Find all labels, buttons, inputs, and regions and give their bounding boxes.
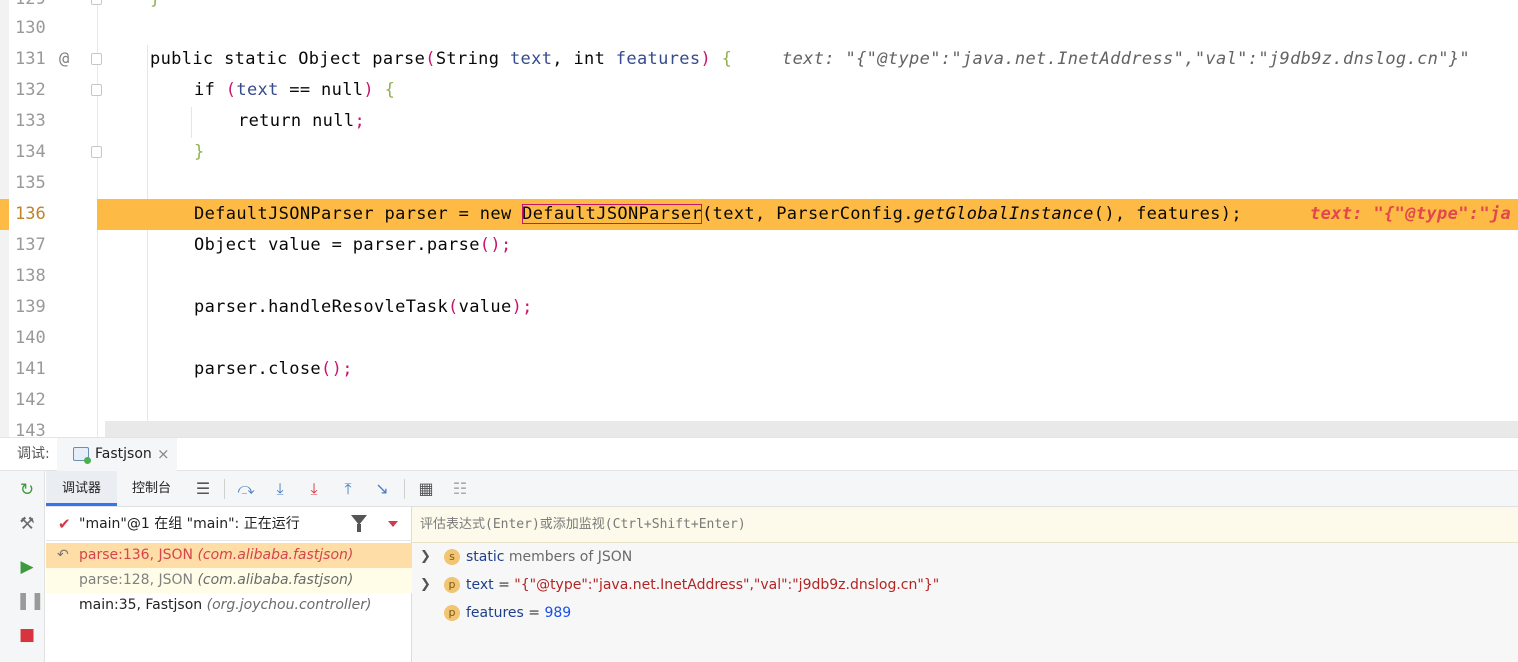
step-over-icon[interactable]: ⤼ — [234, 477, 258, 501]
run-config-icon — [73, 447, 91, 464]
resume-icon[interactable]: ▶ — [16, 556, 38, 578]
line-number: 142 — [15, 390, 46, 410]
run-to-cursor-icon[interactable]: ↘ — [370, 477, 394, 501]
wrench-icon[interactable]: ⚒ — [16, 513, 38, 535]
code-text: DefaultJSONParser parser = new DefaultJS… — [194, 204, 1242, 224]
static-badge-icon: s — [444, 549, 460, 565]
code-text: parser.handleResovleTask(value); — [194, 297, 533, 317]
line-number: 132 — [15, 80, 46, 100]
frame-row[interactable]: ↶ parse:136, JSON (com.alibaba.fastjson) — [46, 543, 412, 568]
code-text: return null; — [238, 111, 366, 131]
line-number: 137 — [15, 235, 46, 255]
code-line[interactable]: 141 parser.close(); — [0, 354, 1518, 385]
horizontal-scrollbar[interactable] — [105, 421, 1518, 437]
code-line[interactable]: 139 parser.handleResovleTask(value); — [0, 292, 1518, 323]
code-line[interactable]: 131 @ public static Object parse(String … — [0, 44, 1518, 75]
debug-tool-window-header: 调试: Fastjson × — [0, 437, 1518, 471]
debugger-toolbar: 调试器 控制台 ☰ ⤼ ⤓ ⤓ ⤒ ↘ ▦ ☷ — [46, 471, 1518, 507]
line-number: 135 — [15, 173, 46, 193]
frames-panel: ✔ "main"@1 在组 "main": 正在运行 ↶ parse:136, … — [46, 507, 412, 662]
code-line[interactable]: 140 — [0, 323, 1518, 354]
line-number: 140 — [15, 328, 46, 348]
chevron-down-icon[interactable] — [388, 521, 398, 527]
stop-icon[interactable]: ■ — [16, 624, 38, 646]
tab-fastjson[interactable]: Fastjson × — [57, 438, 177, 471]
variable-row[interactable]: ❯ s static members of JSON — [412, 543, 1518, 571]
close-icon[interactable]: × — [157, 438, 170, 471]
frame-row[interactable]: parse:128, JSON (com.alibaba.fastjson) — [46, 568, 412, 593]
thread-label: "main"@1 在组 "main": 正在运行 — [79, 516, 300, 532]
menu-icon[interactable]: ☰ — [191, 477, 215, 501]
chevron-right-icon[interactable]: ❯ — [420, 571, 431, 599]
code-text: public static Object parse(String text, … — [150, 49, 733, 69]
code-text: Object value = parser.parse(); — [194, 235, 512, 255]
code-line[interactable]: 142 — [0, 385, 1518, 416]
code-line[interactable]: 138 — [0, 261, 1518, 292]
param-badge-icon: p — [444, 605, 460, 621]
fold-marker-icon[interactable] — [91, 0, 102, 5]
trace-icon[interactable]: ☷ — [448, 477, 472, 501]
code-text: parser.close(); — [194, 359, 353, 379]
line-number: 134 — [15, 142, 46, 162]
code-line[interactable]: 137 Object value = parser.parse(); — [0, 230, 1518, 261]
tab-label: Fastjson — [95, 446, 152, 462]
param-badge-icon: p — [444, 577, 460, 593]
code-line[interactable]: 130 — [0, 13, 1518, 44]
code-line[interactable]: 133 return null; — [0, 106, 1518, 137]
toolbar-separator — [404, 479, 405, 499]
force-step-into-icon[interactable]: ⤓ — [302, 477, 326, 501]
code-line[interactable]: 135 — [0, 168, 1518, 199]
chevron-right-icon[interactable]: ❯ — [420, 543, 431, 571]
line-number: 143 — [15, 421, 46, 437]
fold-marker-icon[interactable] — [91, 53, 102, 65]
fold-marker-icon[interactable] — [91, 84, 102, 96]
line-number: 130 — [15, 18, 46, 38]
return-arrow-icon: ↶ — [57, 547, 69, 563]
evaluate-placeholder: 评估表达式(Enter)或添加监视(Ctrl+Shift+Enter) — [420, 517, 746, 532]
code-text: } — [194, 142, 205, 162]
line-number: 139 — [15, 297, 46, 317]
variables-panel: 评估表达式(Enter)或添加监视(Ctrl+Shift+Enter) ❯ s … — [412, 507, 1518, 662]
step-into-icon[interactable]: ⤓ — [268, 477, 292, 501]
inline-debug-value: text: "{"@type":"java.net.InetAddress","… — [782, 49, 1471, 69]
code-line[interactable]: 132 if (text == null) { — [0, 75, 1518, 106]
line-number: 138 — [15, 266, 46, 286]
step-out-icon[interactable]: ⤒ — [336, 477, 360, 501]
line-number: 141 — [15, 359, 46, 379]
frame-row[interactable]: main:35, Fastjson (org.joychou.controlle… — [46, 593, 412, 618]
code-editor[interactable]: 129 } 130 131 @ public static Object par… — [0, 0, 1518, 437]
rerun-icon[interactable]: ↻ — [16, 479, 38, 501]
tab-console[interactable]: 控制台 — [116, 471, 187, 506]
constructor-highlight: DefaultJSONParser — [522, 204, 703, 224]
variable-row[interactable]: ❯ p text = "{"@type":"java.net.InetAddre… — [412, 571, 1518, 599]
line-number: 133 — [15, 111, 46, 131]
inline-debug-value: text: "{"@type":"ja — [1310, 204, 1512, 224]
line-number: 136 — [15, 204, 46, 224]
fold-marker-icon[interactable] — [91, 146, 102, 158]
debug-side-toolbar: ↻ ⚒ ▶ ❚❚ ■ — [0, 471, 45, 662]
tab-debugger[interactable]: 调试器 — [46, 471, 118, 506]
code-text: if (text == null) { — [194, 80, 396, 100]
evaluate-expression-input[interactable]: 评估表达式(Enter)或添加监视(Ctrl+Shift+Enter) — [412, 507, 1518, 543]
toolbar-separator — [224, 479, 225, 499]
current-execution-line[interactable]: 136 DefaultJSONParser parser = new Defau… — [0, 199, 1518, 230]
debug-caption: 调试: — [17, 446, 50, 462]
override-marker-icon[interactable]: @ — [59, 44, 69, 75]
variable-row[interactable]: p features = 989 — [412, 599, 1518, 627]
code-line[interactable]: 134 } — [0, 137, 1518, 168]
check-icon: ✔ — [58, 515, 71, 533]
pause-icon[interactable]: ❚❚ — [16, 590, 45, 612]
evaluate-expression-icon[interactable]: ▦ — [414, 477, 438, 501]
filter-icon[interactable] — [351, 515, 367, 532]
thread-selector[interactable]: ✔ "main"@1 在组 "main": 正在运行 — [46, 507, 412, 541]
line-number: 131 — [15, 49, 46, 69]
